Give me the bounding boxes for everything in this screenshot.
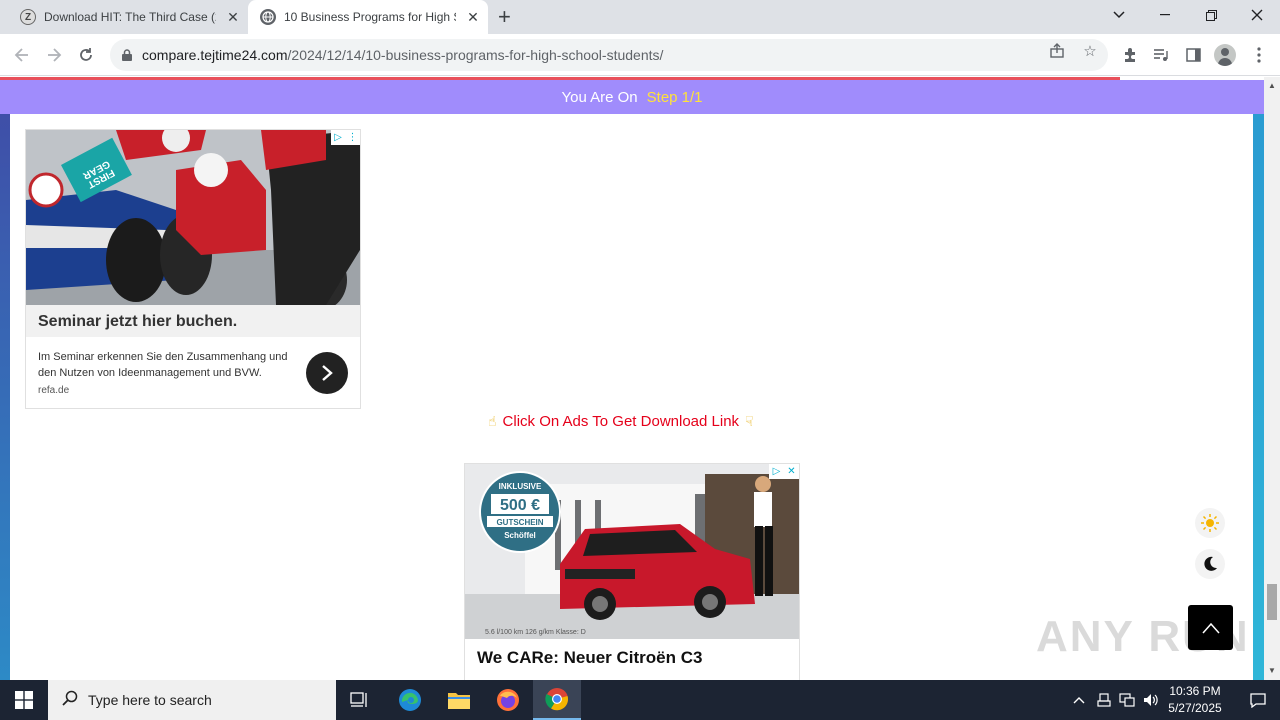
svg-text:5.6 l/100 km 126 g/km Klas: 5.6 l/100 km 126 g/km Klasse: D (485, 629, 586, 636)
ad-options-icon[interactable]: ⋮ (345, 130, 360, 145)
profile-avatar-icon[interactable] (1214, 44, 1236, 66)
adchoices-icon[interactable]: ▷ (331, 130, 345, 145)
svg-text:Schöffel: Schöffel (504, 531, 536, 540)
tab-download-hit[interactable]: Z Download HIT: The Third Case (2 ✕ (8, 0, 246, 34)
left-decorative-strip (0, 114, 10, 680)
system-clock[interactable]: 10:36 PM 5/27/2025 (1160, 683, 1230, 717)
windows-taskbar: Type here to search 10:36 PM 5/27/2025 (0, 680, 1280, 720)
volume-icon[interactable] (1140, 680, 1162, 720)
share-icon[interactable] (1048, 42, 1066, 60)
right-decorative-strip (1253, 114, 1264, 680)
step-label: Step 1/1 (646, 88, 703, 106)
file-explorer-icon[interactable] (435, 680, 483, 720)
search-placeholder: Type here to search (88, 692, 212, 708)
clock-date: 5/27/2025 (1168, 701, 1222, 715)
forward-button[interactable] (42, 43, 66, 67)
reload-button[interactable] (74, 43, 98, 67)
adchoices-icon[interactable]: ▷ (769, 464, 784, 479)
task-view-icon[interactable] (336, 680, 384, 720)
ad-domain: refa.de (38, 385, 70, 396)
hand-pointing-down-icon: ☟ (745, 413, 754, 429)
chrome-menu-icon[interactable] (1248, 44, 1270, 66)
step-prefix: You Are On (561, 88, 638, 106)
usb-device-icon[interactable] (1093, 680, 1115, 720)
lock-icon (122, 49, 132, 61)
new-tab-button[interactable]: + (498, 6, 511, 28)
media-queue-icon[interactable] (1150, 44, 1172, 66)
windows-start-button[interactable] (0, 680, 48, 720)
tab-strip: Z Download HIT: The Third Case (2 ✕ 10 B… (0, 0, 1280, 34)
notification-center-icon[interactable] (1236, 680, 1280, 720)
click-message-text: Click On Ads To Get Download Link (502, 413, 740, 430)
search-icon (62, 690, 78, 711)
scroll-down-arrow-icon[interactable]: ▼ (1268, 666, 1276, 675)
url-text: compare.tejtime24.com/2024/12/14/10-busi… (142, 47, 663, 63)
close-ad-icon[interactable]: ✕ (784, 464, 799, 479)
scroll-to-top-button[interactable] (1188, 605, 1233, 650)
click-ads-message: ☝ Click On Ads To Get Download Link ☟ (482, 413, 760, 430)
ad-headline[interactable]: Seminar jetzt hier buchen. (26, 305, 360, 337)
citroen-ad-image[interactable]: INKLUSIVE 500 € GUTSCHEIN Schöffel 5.6 l… (465, 464, 799, 639)
bookmark-star-icon[interactable]: ☆ (1081, 42, 1099, 60)
back-button[interactable] (10, 43, 34, 67)
chrome-icon[interactable] (533, 680, 581, 720)
step-banner: You Are On Step 1/1 (0, 80, 1264, 114)
firefox-icon[interactable] (484, 680, 532, 720)
edge-browser-icon[interactable] (386, 680, 434, 720)
tray-overflow-chevron-icon[interactable] (1068, 680, 1090, 720)
scroll-up-arrow-icon[interactable]: ▲ (1268, 81, 1276, 90)
url-domain: compare.tejtime24.com (142, 47, 288, 63)
chevron-right-icon[interactable] (306, 352, 348, 394)
close-tab-icon[interactable]: ✕ (464, 9, 482, 26)
ad-headline[interactable]: We CARe: Neuer Citroën C3 (477, 648, 702, 668)
light-mode-sun-icon[interactable] (1195, 508, 1225, 538)
dark-mode-moon-icon[interactable] (1195, 549, 1225, 579)
ad-body-text: Im Seminar erkennen Sie den Zusammenhang… (38, 351, 288, 379)
close-window-button[interactable] (1234, 0, 1280, 30)
taskbar-search-box[interactable]: Type here to search (48, 680, 336, 720)
restore-button[interactable] (1188, 0, 1234, 30)
browser-toolbar: compare.tejtime24.com/2024/12/14/10-busi… (0, 34, 1280, 76)
svg-text:500 €: 500 € (500, 497, 540, 514)
pit-stop-ad-image[interactable]: GEAR FIRST (26, 130, 360, 305)
svg-text:INKLUSIVE: INKLUSIVE (499, 482, 542, 491)
citroen-ad[interactable]: INKLUSIVE 500 € GUTSCHEIN Schöffel 5.6 l… (464, 463, 800, 680)
side-panel-icon[interactable] (1182, 44, 1204, 66)
clock-time: 10:36 PM (1169, 684, 1221, 698)
url-path: /2024/12/14/10-business-programs-for-hig… (287, 47, 664, 63)
minimize-button[interactable] (1142, 0, 1188, 30)
scrollbar-thumb[interactable] (1267, 584, 1277, 620)
page-scrollbar[interactable]: ▲ ▼ (1264, 77, 1280, 680)
tab-search-chevron-icon[interactable] (1096, 0, 1142, 30)
page-viewport: You Are On Step 1/1 GEAR FIRST ▷ ⋮ Semin… (0, 77, 1264, 680)
close-tab-icon[interactable]: ✕ (224, 9, 242, 26)
tab-title: 10 Business Programs for High S (284, 10, 456, 24)
address-bar[interactable]: compare.tejtime24.com/2024/12/14/10-busi… (110, 39, 1108, 71)
network-icon[interactable] (1116, 680, 1138, 720)
hand-pointing-up-icon: ☝ (488, 413, 497, 429)
tab-title: Download HIT: The Third Case (2 (44, 10, 216, 24)
z-favicon-icon: Z (20, 9, 36, 25)
extensions-puzzle-icon[interactable] (1119, 44, 1141, 66)
globe-icon (260, 9, 276, 25)
svg-text:GUTSCHEIN: GUTSCHEIN (496, 518, 543, 527)
tab-business-programs[interactable]: 10 Business Programs for High S ✕ (248, 0, 488, 34)
seminar-ad[interactable]: GEAR FIRST ▷ ⋮ Seminar jetzt hier buchen… (25, 129, 361, 409)
